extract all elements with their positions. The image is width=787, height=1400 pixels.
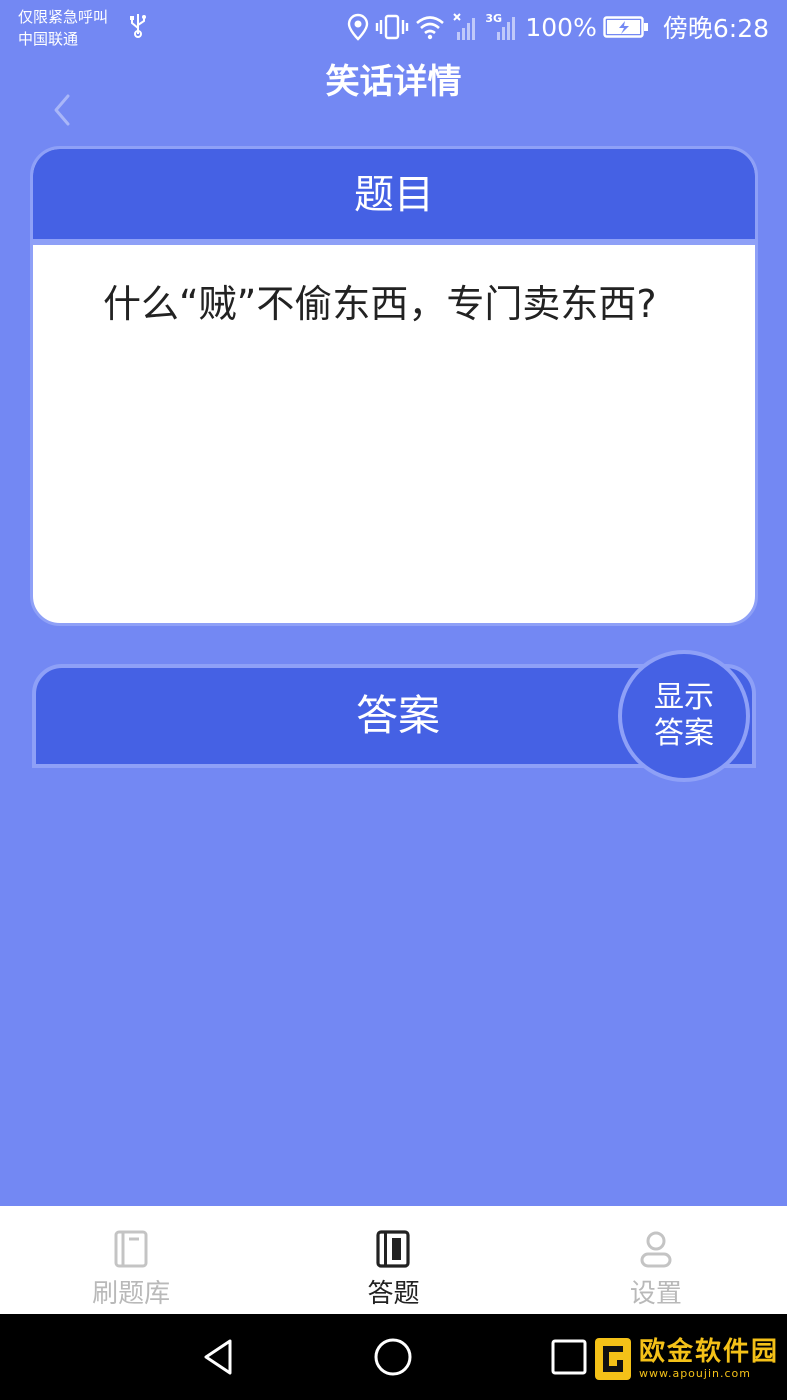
back-chevron-icon[interactable] — [44, 88, 80, 132]
signal-empty-icon — [453, 13, 476, 40]
tab-question-bank-label: 刷题库 — [92, 1279, 171, 1309]
home-circle-icon[interactable] — [372, 1336, 414, 1378]
question-card-header: 题目 — [33, 149, 755, 245]
battery-charging-icon — [603, 16, 648, 38]
status-bar: 仅限紧急呼叫 中国联通 3G 100% 傍晚6:28 — [0, 0, 787, 56]
carrier-info: 仅限紧急呼叫 中国联通 — [18, 6, 108, 50]
location-icon — [348, 13, 369, 41]
status-icons: 3G 100% 傍晚6:28 — [347, 10, 769, 44]
question-card: 题目 什么“贼”不偷东西，专门卖东西? — [30, 146, 758, 626]
book-icon — [114, 1230, 148, 1268]
tab-answer-label: 答题 — [367, 1279, 420, 1309]
page-title: 笑话详情 — [325, 62, 462, 102]
signal-3g-icon: 3G — [485, 12, 519, 42]
show-answer-label-line-1: 显示 — [654, 680, 714, 715]
recents-square-icon[interactable] — [548, 1336, 590, 1378]
question-header-label: 题目 — [354, 172, 434, 218]
vibrate-icon — [376, 14, 409, 40]
tab-settings-label: 设置 — [629, 1279, 682, 1309]
back-triangle-icon[interactable] — [198, 1336, 240, 1378]
carrier-line-2: 中国联通 — [18, 30, 79, 48]
tab-answer[interactable]: 答题 — [262, 1206, 524, 1314]
show-answer-label-line-2: 答案 — [654, 716, 714, 751]
carrier-line-1: 仅限紧急呼叫 — [18, 8, 109, 26]
watermark-url: www.apoujin.com — [638, 1367, 751, 1380]
usb-icon — [130, 14, 146, 38]
clock: 傍晚6:28 — [662, 14, 769, 43]
question-text: 什么“贼”不偷东西，专门卖东西? — [103, 282, 657, 326]
tab-settings[interactable]: 设置 — [525, 1206, 787, 1314]
tab-question-bank[interactable]: 刷题库 — [0, 1206, 262, 1314]
bottom-nav: 刷题库 答题 设置 — [0, 1206, 787, 1314]
show-answer-button[interactable]: 显示 答案 — [618, 650, 750, 782]
user-icon — [640, 1231, 672, 1268]
watermark-logo-icon — [594, 1338, 631, 1380]
battery-percent: 100% — [525, 12, 597, 42]
notebook-icon — [376, 1230, 411, 1268]
watermark-title: 欧金软件园 — [638, 1337, 779, 1367]
watermark: 欧金软件园 www.apoujin.com — [593, 1328, 779, 1390]
wifi-icon — [416, 16, 445, 40]
